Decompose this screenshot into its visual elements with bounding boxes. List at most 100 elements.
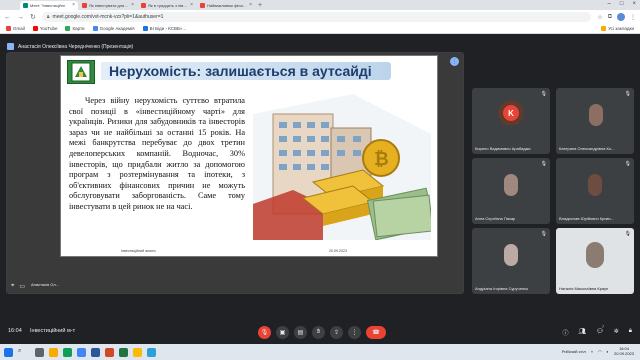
emblem-logo — [67, 60, 95, 84]
system-tray: Робочий стіл ˄ ◠ 🔈︎ 16:04 20.09.2023 — [562, 346, 634, 356]
clock-date: 20.09.2023 — [613, 351, 634, 356]
browser-tab-bar: Meet: "Інвестиційні × Як інвестувати для… — [0, 0, 640, 10]
captions-button[interactable]: ▤ — [294, 326, 307, 339]
close-icon[interactable]: × — [72, 1, 75, 10]
more-options-button[interactable]: ⋮ — [348, 326, 361, 339]
participant-tile[interactable]: 🎙︎ K Кирило Вадимович Арабаджи — [472, 88, 550, 154]
bookmark-label: Gmail — [13, 26, 25, 31]
task-view-icon[interactable] — [35, 347, 44, 357]
slide: Нерухомість: залишається в аутсайді Чере… — [60, 55, 438, 257]
lock-icon[interactable]: 🔒︎ — [629, 328, 632, 337]
bookmark-maps[interactable]: Карти — [65, 26, 85, 31]
forward-icon[interactable]: → — [17, 14, 24, 21]
participant-name: Катерина Олександрівна Ко... — [559, 146, 615, 151]
new-tab-icon[interactable]: + — [258, 1, 262, 10]
url-input[interactable]: 🔒︎ meet.google.com/vvt-mcnk-vzx?pli=1&au… — [41, 12, 592, 22]
back-icon[interactable]: ← — [4, 14, 11, 21]
info-icon[interactable]: ⓘ — [563, 328, 569, 337]
participant-tile[interactable]: 🎙︎ Наталія Миколаївна Краун — [556, 228, 634, 294]
avatar[interactable] — [617, 13, 625, 21]
slide-title: Нерухомість: залишається в аутсайді — [109, 63, 372, 79]
reload-icon[interactable]: ↻ — [30, 13, 36, 21]
desktop-label[interactable]: Робочий стіл — [562, 349, 586, 354]
meet-side-controls: ⓘ 👥︎ 💬︎ ✲ 🔒︎ — [563, 328, 633, 337]
avatar — [586, 242, 604, 268]
all-bookmarks[interactable]: Усі закладки — [601, 26, 634, 31]
system-clock[interactable]: 16:04 20.09.2023 — [614, 346, 634, 356]
presentation-tile[interactable]: Нерухомість: залишається в аутсайді Чере… — [6, 52, 464, 294]
screen-icon[interactable]: ▭ — [19, 283, 25, 290]
volume-icon[interactable]: 🔈︎ — [607, 349, 609, 354]
excel-icon[interactable] — [119, 347, 128, 357]
tab-youtube-2[interactable]: Як в тридцять з інвестиціями × — [138, 1, 196, 10]
address-bar-row: ← → ↻ 🔒︎ meet.google.com/vvt-mcnk-vzx?pl… — [0, 10, 640, 24]
gmail-icon — [6, 26, 11, 31]
participant-tile[interactable]: 🎙︎ Катерина Олександрівна Ко... — [556, 88, 634, 154]
muted-mic-icon: 🎙︎ — [540, 91, 547, 97]
extensions-icon[interactable]: ⧉ — [608, 14, 612, 21]
real-estate-gold-illustration: ₿ — [253, 94, 431, 240]
explorer-icon[interactable] — [49, 347, 58, 357]
maximize-icon[interactable]: □ — [620, 1, 624, 7]
participant-tile[interactable]: 🎙︎ Андріана Ігорівна Сурученко — [472, 228, 550, 294]
avatar — [504, 244, 518, 266]
minimize-icon[interactable]: – — [608, 1, 611, 7]
maps-icon — [65, 26, 71, 31]
bookmark-label: ВІ Біди › КСВБ»... — [149, 26, 187, 31]
presentation-controls: ⌖ ▭ — [7, 279, 463, 293]
windows-start-icon[interactable] — [4, 347, 13, 357]
avatar — [589, 104, 603, 126]
telegram-icon[interactable] — [147, 347, 156, 357]
camera-button[interactable]: ▣ — [276, 326, 289, 339]
chat-icon[interactable]: 💬︎ — [596, 328, 604, 337]
edge-icon[interactable] — [63, 347, 72, 357]
participant-tile[interactable]: 🎙︎ Анна Сергіївна Пахар — [472, 158, 550, 224]
people-icon[interactable]: 👥︎ — [579, 328, 587, 337]
powerpoint-icon[interactable] — [105, 347, 114, 357]
tab-youtube-3[interactable]: Найважливіші фінансові × — [197, 1, 255, 10]
bookmark-academy[interactable]: Google Академія — [92, 26, 135, 31]
store-icon[interactable] — [77, 347, 86, 357]
slide-footer-date: 20.09.2023 — [329, 249, 347, 253]
bookmark-youtube[interactable]: YouTube — [32, 26, 57, 31]
youtube-favicon-icon — [200, 3, 205, 8]
raise-hand-button[interactable]: ✋︎ — [312, 326, 325, 339]
bookmark-label: Карти — [72, 26, 85, 31]
tab-youtube-1[interactable]: Як інвестувати для початківців × — [79, 1, 137, 10]
presenter-name: Анастасія Ол... — [31, 282, 60, 287]
screen: Meet: "Інвестиційні × Як інвестувати для… — [0, 0, 640, 360]
muted-mic-icon: 🎙︎ — [624, 91, 631, 97]
menu-icon[interactable]: ⋮ — [630, 14, 636, 21]
chevron-up-icon[interactable]: ˄ — [591, 349, 593, 354]
window-controls: – □ × — [608, 1, 636, 7]
avatar — [588, 174, 602, 196]
avatar: K — [498, 100, 524, 126]
present-button[interactable]: ⇪ — [330, 326, 343, 339]
participant-name: Владислав Юрійович Кривч... — [559, 216, 614, 221]
tab-label: Meet: "Інвестиційні — [30, 3, 65, 8]
word-icon[interactable] — [91, 347, 100, 357]
pin-icon[interactable]: ⌖ — [11, 283, 14, 290]
tab-label: Як в тридцять з інвестиціями — [148, 3, 188, 8]
bookmark-misc[interactable]: ВІ Біди › КСВБ»... — [142, 26, 187, 31]
bookmark-gmail[interactable]: Gmail — [6, 26, 25, 31]
muted-mic-icon: 🎙︎ — [624, 231, 631, 237]
leave-call-button[interactable]: ☎︎ — [366, 326, 386, 339]
chrome-icon[interactable] — [133, 347, 142, 357]
tab-meet[interactable]: Meet: "Інвестиційні × — [20, 1, 78, 10]
youtube-favicon-icon — [82, 3, 87, 8]
close-window-icon[interactable]: × — [632, 1, 636, 7]
svg-text:₿: ₿ — [374, 149, 389, 169]
participant-tile[interactable]: 🎙︎ Владислав Юрійович Кривч... — [556, 158, 634, 224]
star-icon[interactable]: ☆ — [597, 14, 602, 21]
call-controls: 🎙︎ ▣ ▤ ✋︎ ⇪ ⋮ ☎︎ — [258, 326, 386, 339]
tile-menu-icon[interactable]: ⋮ — [450, 57, 459, 66]
mic-button[interactable]: 🎙︎ — [258, 326, 271, 339]
wifi-icon[interactable]: ◠ — [598, 349, 602, 354]
folder-icon — [601, 26, 607, 31]
search-icon[interactable]: ⌕ — [18, 348, 30, 357]
close-icon[interactable]: × — [131, 1, 134, 10]
close-icon[interactable]: × — [249, 1, 252, 10]
close-icon[interactable]: × — [190, 1, 193, 10]
activities-icon[interactable]: ✲ — [614, 328, 619, 337]
